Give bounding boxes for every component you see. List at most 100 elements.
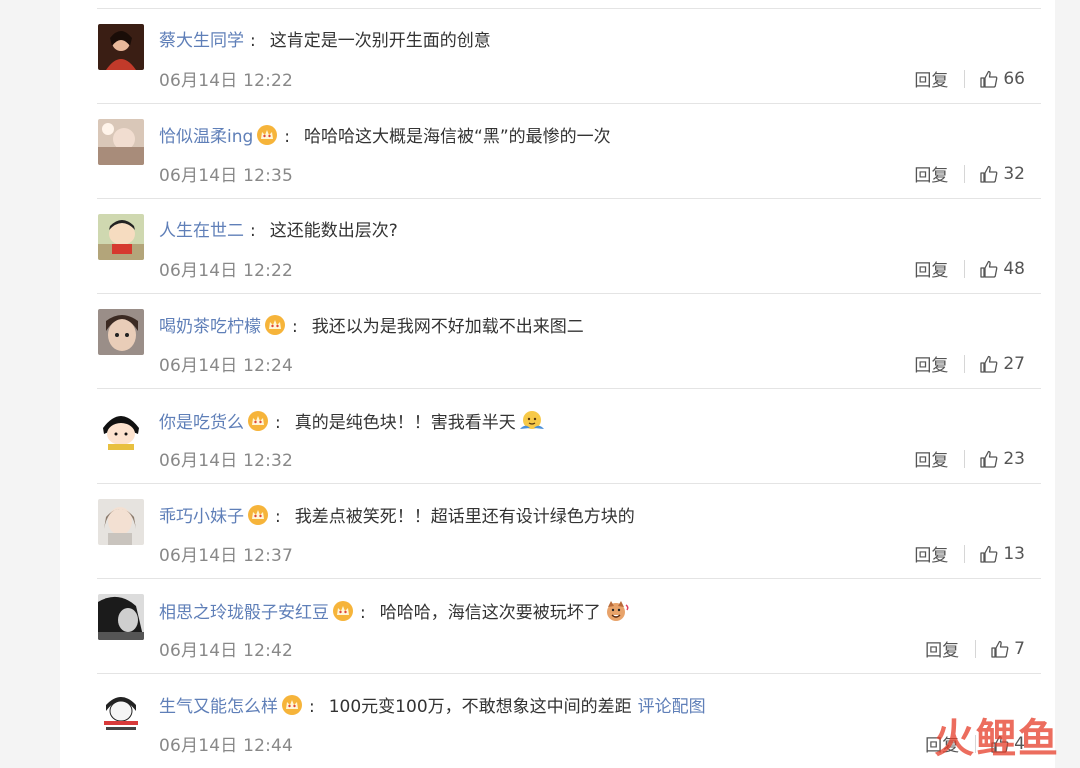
vip-crown-icon [248, 505, 268, 525]
colon-separator: : [292, 317, 298, 337]
reply-button[interactable]: 回复 [914, 66, 948, 91]
vip-crown-icon [248, 411, 268, 431]
avatar[interactable] [98, 119, 144, 165]
avatar[interactable] [98, 689, 144, 735]
reply-button[interactable]: 回复 [914, 161, 948, 186]
username-link[interactable]: 生气又能怎么样 [159, 697, 278, 717]
comment-time: 06月14日 12:22 [159, 71, 294, 91]
thumbs-up-icon [980, 450, 998, 468]
comment-line: 相思之玲珑骰子安红豆: 哈哈哈，海信这次要被玩坏了 [159, 599, 630, 625]
action-divider [964, 354, 966, 373]
comment-item: 你是吃货么: 真的是纯色块！！害我看半天 06月14日 12:32 回复 23 [97, 389, 1041, 484]
like-button[interactable]: 66 [979, 69, 1025, 89]
vip-crown-icon [257, 125, 278, 145]
username-link[interactable]: 蔡大生同学 [159, 31, 244, 51]
comment-item: 乖巧小妹子: 我差点被笑死！！超话里还有设计绿色方块的 06月14日 12:37 … [97, 484, 1041, 579]
comment-text: 100元变100万，不敢想象这中间的差距 [328, 697, 632, 717]
reply-button[interactable]: 回复 [914, 256, 948, 281]
comment-text: 真的是纯色块！！害我看半天 [294, 413, 516, 433]
comment-list: 蔡大生同学: 这肯定是一次别开生面的创意 06月14日 12:22 回复 66 恰… [97, 8, 1041, 768]
like-count: 23 [1003, 448, 1025, 469]
avatar[interactable] [98, 214, 144, 260]
action-divider [964, 544, 966, 563]
like-button[interactable]: 23 [979, 449, 1025, 469]
avatar[interactable] [98, 404, 144, 450]
comment-line: 蔡大生同学: 这肯定是一次别开生面的创意 [159, 29, 491, 53]
comment-item: 喝奶茶吃柠檬: 我还以为是我网不好加载不出来图二 06月14日 12:24 回复 … [97, 294, 1041, 389]
reply-button[interactable]: 回复 [925, 636, 959, 661]
like-button[interactable]: 13 [979, 544, 1025, 564]
like-count: 27 [1003, 353, 1025, 374]
like-count: 7 [1014, 638, 1025, 659]
username-link[interactable]: 相思之玲珑骰子安红豆 [159, 603, 329, 623]
like-button[interactable]: 32 [979, 164, 1025, 184]
like-button[interactable]: 27 [979, 354, 1025, 374]
comment-item: 相思之玲珑骰子安红豆: 哈哈哈，海信这次要被玩坏了 06月14日 12:42 回复… [97, 579, 1041, 674]
comment-item: 蔡大生同学: 这肯定是一次别开生面的创意 06月14日 12:22 回复 66 [97, 9, 1041, 104]
comment-time: 06月14日 12:32 [159, 451, 294, 471]
action-divider [975, 639, 977, 658]
colon-separator: : [360, 603, 366, 623]
thumbs-up-icon [980, 355, 998, 373]
comment-actions: 回复 13 [914, 541, 1025, 567]
action-divider [964, 69, 966, 88]
comment-time: 06月14日 12:42 [159, 641, 294, 661]
action-divider [964, 449, 966, 468]
action-divider [964, 164, 966, 183]
vip-crown-icon [333, 601, 353, 621]
thumbs-up-icon [980, 165, 998, 183]
comment-actions: 回复 48 [914, 256, 1025, 282]
comment-page: 蔡大生同学: 这肯定是一次别开生面的创意 06月14日 12:22 回复 66 恰… [0, 0, 1080, 768]
username-link[interactable]: 人生在世二 [159, 221, 244, 241]
username-link[interactable]: 喝奶茶吃柠檬 [159, 317, 261, 337]
right-gutter [1055, 0, 1080, 768]
comment-line: 喝奶茶吃柠檬: 我还以为是我网不好加载不出来图二 [159, 314, 584, 339]
vip-crown-icon [265, 315, 285, 335]
like-button[interactable]: 48 [979, 259, 1025, 279]
comment-text: 哈哈哈，海信这次要被玩坏了 [379, 603, 601, 623]
avatar[interactable] [98, 594, 144, 640]
username-link[interactable]: 恰似温柔ing [159, 127, 253, 147]
thumbs-up-icon [980, 70, 998, 88]
avatar[interactable] [98, 24, 144, 70]
comment-item: 人生在世二: 这还能数出层次? 06月14日 12:22 回复 48 [97, 199, 1041, 294]
username-link[interactable]: 你是吃货么 [159, 413, 244, 433]
like-count: 66 [1003, 68, 1025, 89]
comment-line: 乖巧小妹子: 我差点被笑死！！超话里还有设计绿色方块的 [159, 504, 635, 529]
like-count: 48 [1003, 258, 1025, 279]
comment-image-link[interactable]: 评论配图 [638, 697, 706, 717]
colon-separator: : [275, 507, 281, 527]
thumbs-up-icon [980, 545, 998, 563]
comment-text: 这肯定是一次别开生面的创意 [269, 31, 491, 51]
avatar[interactable] [98, 309, 144, 355]
colon-separator: : [309, 697, 315, 717]
username-link[interactable]: 乖巧小妹子 [159, 507, 244, 527]
comment-text: 哈哈哈这大概是海信被“黑”的最惨的一次 [304, 127, 611, 147]
reply-button[interactable]: 回复 [914, 351, 948, 376]
colon-separator: : [284, 127, 291, 147]
laugh-doge-emoji-icon [606, 601, 629, 621]
comment-line: 生气又能怎么样:100元变100万，不敢想象这中间的差距 评论配图 [159, 694, 706, 719]
comment-actions: 回复 32 [914, 161, 1025, 187]
comment-line: 恰似温柔ing: 哈哈哈这大概是海信被“黑”的最惨的一次 [159, 124, 611, 149]
reply-button[interactable]: 回复 [914, 541, 948, 566]
left-gutter [0, 0, 60, 768]
watermark-logo: 火鲤鱼 [934, 715, 1060, 762]
comment-time: 06月14日 12:44 [159, 736, 294, 756]
comment-text: 我还以为是我网不好加载不出来图二 [311, 317, 584, 337]
like-count: 32 [1003, 163, 1025, 184]
thumbs-up-icon [991, 640, 1009, 658]
comment-time: 06月14日 12:35 [159, 166, 294, 186]
comment-actions: 回复 7 [925, 636, 1025, 662]
like-button[interactable]: 7 [990, 639, 1025, 659]
comment-line: 你是吃货么: 真的是纯色块！！害我看半天 [159, 409, 545, 435]
comment-time: 06月14日 12:24 [159, 356, 294, 376]
avatar[interactable] [98, 499, 144, 545]
comment-time: 06月14日 12:22 [159, 261, 294, 281]
comment-actions: 回复 27 [914, 351, 1025, 377]
comment-text: 这还能数出层次? [269, 221, 398, 241]
colon-separator: : [250, 31, 256, 51]
reply-button[interactable]: 回复 [914, 446, 948, 471]
thumbs-up-icon [980, 260, 998, 278]
vip-crown-icon [282, 695, 302, 715]
